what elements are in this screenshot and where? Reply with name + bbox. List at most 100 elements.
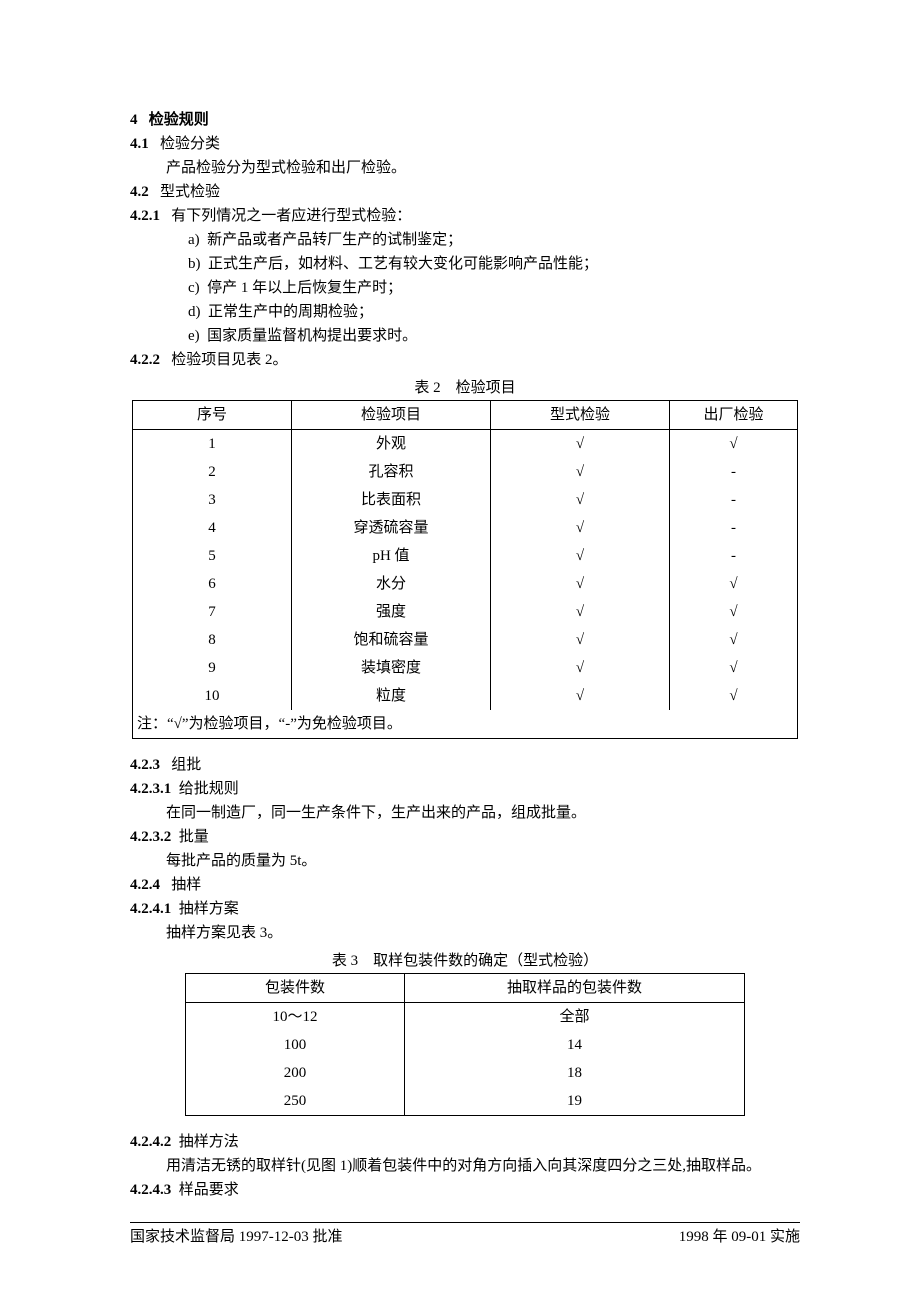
- table-row: 4穿透硫容量√-: [133, 514, 798, 542]
- table-row: 20018: [186, 1059, 745, 1087]
- list-mark-e: e): [188, 328, 200, 344]
- cell: 5: [133, 542, 292, 570]
- list-text-b: 正式生产后，如材料、工艺有较大变化可能影响产品性能；: [208, 256, 598, 272]
- list-item-b: b) 正式生产后，如材料、工艺有较大变化可能影响产品性能；: [130, 252, 800, 276]
- cell: -: [670, 486, 798, 514]
- table-row: 9装填密度√√: [133, 654, 798, 682]
- list-item-e: e) 国家质量监督机构提出要求时。: [130, 324, 800, 348]
- cell: 8: [133, 626, 292, 654]
- table-2-head-c4: 出厂检验: [670, 401, 798, 430]
- cell: √: [491, 486, 670, 514]
- section-4-2-2-heading: 4.2.2 检验项目见表 2。: [130, 348, 800, 372]
- section-4-2-3-1-title: 给批规则: [179, 781, 239, 797]
- table-3: 包装件数 抽取样品的包装件数 10～12全部 10014 20018 25019: [185, 973, 745, 1116]
- cell: 1: [133, 430, 292, 459]
- section-4-2-4-1-body: 抽样方案见表 3。: [130, 921, 800, 945]
- cell: √: [491, 598, 670, 626]
- section-4-1-num: 4.1: [130, 132, 149, 156]
- footer-left: 国家技术监督局 1997-12-03 批准: [130, 1225, 343, 1249]
- table-row: 3比表面积√-: [133, 486, 798, 514]
- cell: √: [491, 570, 670, 598]
- section-4-2-3-num: 4.2.3: [130, 753, 160, 777]
- section-4-2-title: 型式检验: [160, 184, 220, 200]
- cell: 10: [133, 682, 292, 710]
- list-item-a: a) 新产品或者产品转厂生产的试制鉴定；: [130, 228, 800, 252]
- table-row: 25019: [186, 1087, 745, 1116]
- cell: √: [670, 570, 798, 598]
- page-footer: 国家技术监督局 1997-12-03 批准 1998 年 09-01 实施: [130, 1225, 800, 1249]
- table-2-head-c3: 型式检验: [491, 401, 670, 430]
- table-3-caption: 表 3 取样包装件数的确定（型式检验）: [130, 949, 800, 973]
- cell: 18: [405, 1059, 745, 1087]
- section-4-2-3-title: 组批: [171, 757, 201, 773]
- section-4-2-4-2-num: 4.2.4.2: [130, 1130, 171, 1154]
- section-4-num: 4: [130, 108, 138, 132]
- list-item-d: d) 正常生产中的周期检验；: [130, 300, 800, 324]
- cell: -: [670, 458, 798, 486]
- cell: 孔容积: [292, 458, 491, 486]
- section-4-2-3-1-heading: 4.2.3.1 给批规则: [130, 777, 800, 801]
- list-text-a: 新产品或者产品转厂生产的试制鉴定；: [207, 232, 462, 248]
- table-2-note-row: 注：“√”为检验项目，“-”为免检验项目。: [133, 710, 798, 739]
- section-4-2-4-1-heading: 4.2.4.1 抽样方案: [130, 897, 800, 921]
- section-4-2-4-3-heading: 4.2.4.3 样品要求: [130, 1178, 800, 1202]
- cell: 10～12: [186, 1003, 405, 1032]
- table-3-head-c2: 抽取样品的包装件数: [405, 974, 745, 1003]
- cell: 250: [186, 1087, 405, 1116]
- section-4-2-3-2-heading: 4.2.3.2 批量: [130, 825, 800, 849]
- cell: 比表面积: [292, 486, 491, 514]
- footer-right: 1998 年 09-01 实施: [679, 1225, 800, 1249]
- section-4-2-num: 4.2: [130, 180, 149, 204]
- section-4-2-heading: 4.2 型式检验: [130, 180, 800, 204]
- cell: 6: [133, 570, 292, 598]
- table-row: 10014: [186, 1031, 745, 1059]
- list-mark-a: a): [188, 232, 200, 248]
- cell: 200: [186, 1059, 405, 1087]
- cell: √: [491, 682, 670, 710]
- list-text-e: 国家质量监督机构提出要求时。: [207, 328, 417, 344]
- cell: 19: [405, 1087, 745, 1116]
- list-item-c: c) 停产 1 年以上后恢复生产时；: [130, 276, 800, 300]
- cell: 粒度: [292, 682, 491, 710]
- section-4-2-3-2-body: 每批产品的质量为 5t。: [130, 849, 800, 873]
- cell: √: [491, 430, 670, 459]
- cell: √: [491, 458, 670, 486]
- section-4-2-4-heading: 4.2.4 抽样: [130, 873, 800, 897]
- section-4-2-3-1-body: 在同一制造厂，同一生产条件下，生产出来的产品，组成批量。: [130, 801, 800, 825]
- table-2-caption: 表 2 检验项目: [130, 376, 800, 400]
- section-4-2-4-2-heading: 4.2.4.2 抽样方法: [130, 1130, 800, 1154]
- section-4-2-1-lead: 有下列情况之一者应进行型式检验：: [171, 208, 411, 224]
- section-4-2-3-2-title: 批量: [179, 829, 209, 845]
- list-mark-c: c): [188, 280, 200, 296]
- table-row: 2孔容积√-: [133, 458, 798, 486]
- table-2-note: 注：“√”为检验项目，“-”为免检验项目。: [133, 710, 798, 739]
- section-4-1-body: 产品检验分为型式检验和出厂检验。: [130, 156, 800, 180]
- cell: √: [491, 654, 670, 682]
- table-row: 10～12全部: [186, 1003, 745, 1032]
- cell: 9: [133, 654, 292, 682]
- list-mark-b: b): [188, 256, 201, 272]
- table-2-head-c2: 检验项目: [292, 401, 491, 430]
- list-text-d: 正常生产中的周期检验；: [208, 304, 373, 320]
- section-4-heading: 4 检验规则: [130, 108, 800, 132]
- table-2-head-c1: 序号: [133, 401, 292, 430]
- section-4-2-2-body: 检验项目见表 2。: [171, 352, 287, 368]
- table-2: 序号 检验项目 型式检验 出厂检验 1外观√√ 2孔容积√- 3比表面积√- 4…: [132, 400, 798, 739]
- cell: 100: [186, 1031, 405, 1059]
- cell: √: [670, 654, 798, 682]
- cell: 外观: [292, 430, 491, 459]
- cell: 饱和硫容量: [292, 626, 491, 654]
- cell: √: [670, 598, 798, 626]
- cell: √: [670, 626, 798, 654]
- section-4-2-4-2-title: 抽样方法: [179, 1134, 239, 1150]
- cell: 全部: [405, 1003, 745, 1032]
- cell: √: [670, 430, 798, 459]
- cell: -: [670, 514, 798, 542]
- table-row: 8饱和硫容量√√: [133, 626, 798, 654]
- section-4-2-1-num: 4.2.1: [130, 204, 160, 228]
- table-row: 7强度√√: [133, 598, 798, 626]
- table-3-head-row: 包装件数 抽取样品的包装件数: [186, 974, 745, 1003]
- section-4-1-heading: 4.1 检验分类: [130, 132, 800, 156]
- table-row: 1外观√√: [133, 430, 798, 459]
- cell: 7: [133, 598, 292, 626]
